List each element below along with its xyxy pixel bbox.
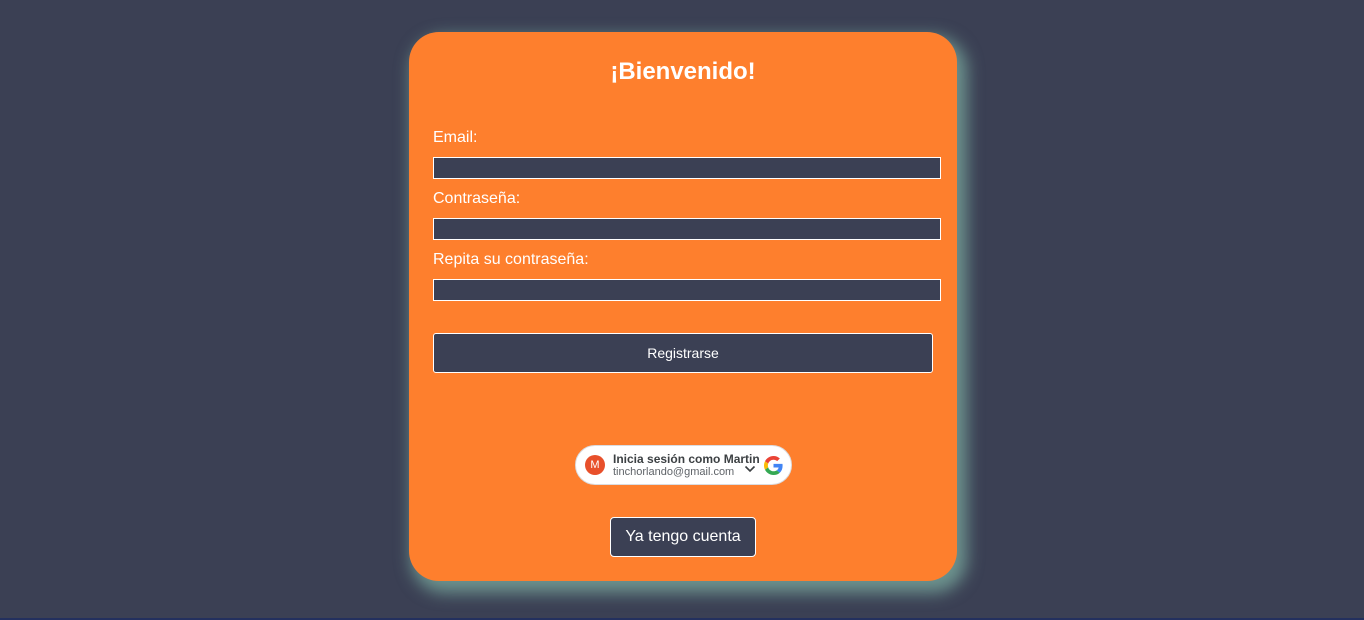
page-title: ¡Bienvenido! bbox=[610, 58, 756, 85]
password-field[interactable] bbox=[433, 218, 941, 240]
repeat-password-field[interactable] bbox=[433, 279, 941, 301]
page: ¡Bienvenido! Email: Contraseña: Repita s… bbox=[0, 0, 1364, 620]
google-account-email: tinchorlando@gmail.com bbox=[613, 466, 735, 478]
email-label: Email: bbox=[433, 129, 478, 146]
register-card: ¡Bienvenido! Email: Contraseña: Repita s… bbox=[409, 32, 957, 581]
google-logo-icon bbox=[764, 456, 783, 475]
already-have-account-button[interactable]: Ya tengo cuenta bbox=[610, 517, 756, 557]
email-field[interactable] bbox=[433, 157, 941, 179]
password-label: Contraseña: bbox=[433, 190, 521, 207]
repeat-password-label: Repita su contraseña: bbox=[433, 251, 589, 268]
avatar: M bbox=[585, 455, 605, 475]
chevron-down-icon[interactable] bbox=[744, 465, 756, 473]
register-button[interactable]: Registrarse bbox=[433, 333, 933, 373]
google-signin-prompt: Inicia sesión como Martin bbox=[613, 452, 760, 466]
google-signin-button[interactable]: M Inicia sesión como Martin tinchorlando… bbox=[575, 445, 792, 485]
